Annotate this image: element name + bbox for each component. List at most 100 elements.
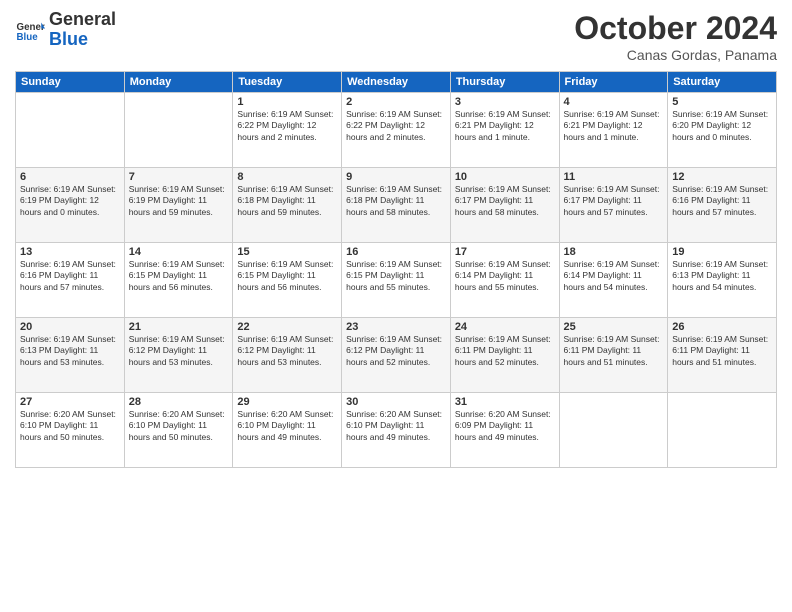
calendar-body: 1Sunrise: 6:19 AM Sunset: 6:22 PM Daylig… (16, 93, 777, 468)
cell-info: Sunrise: 6:19 AM Sunset: 6:12 PM Dayligh… (237, 334, 337, 368)
calendar-cell: 30Sunrise: 6:20 AM Sunset: 6:10 PM Dayli… (342, 393, 451, 468)
day-number: 6 (20, 171, 120, 183)
cell-info: Sunrise: 6:19 AM Sunset: 6:19 PM Dayligh… (20, 184, 120, 218)
weekday-thursday: Thursday (450, 72, 559, 93)
day-number: 4 (564, 96, 664, 108)
day-number: 30 (346, 396, 446, 408)
cell-info: Sunrise: 6:19 AM Sunset: 6:22 PM Dayligh… (346, 109, 446, 143)
day-number: 21 (129, 321, 229, 333)
day-number: 26 (672, 321, 772, 333)
cell-info: Sunrise: 6:19 AM Sunset: 6:11 PM Dayligh… (672, 334, 772, 368)
day-number: 5 (672, 96, 772, 108)
calendar-cell: 11Sunrise: 6:19 AM Sunset: 6:17 PM Dayli… (559, 168, 668, 243)
day-number: 10 (455, 171, 555, 183)
calendar-cell (124, 93, 233, 168)
weekday-wednesday: Wednesday (342, 72, 451, 93)
cell-info: Sunrise: 6:19 AM Sunset: 6:17 PM Dayligh… (564, 184, 664, 218)
cell-info: Sunrise: 6:19 AM Sunset: 6:18 PM Dayligh… (346, 184, 446, 218)
logo-icon: General Blue (15, 15, 45, 45)
day-number: 9 (346, 171, 446, 183)
cell-info: Sunrise: 6:19 AM Sunset: 6:15 PM Dayligh… (237, 259, 337, 293)
calendar-cell: 28Sunrise: 6:20 AM Sunset: 6:10 PM Dayli… (124, 393, 233, 468)
cell-info: Sunrise: 6:20 AM Sunset: 6:10 PM Dayligh… (237, 409, 337, 443)
calendar-cell: 14Sunrise: 6:19 AM Sunset: 6:15 PM Dayli… (124, 243, 233, 318)
week-row-2: 6Sunrise: 6:19 AM Sunset: 6:19 PM Daylig… (16, 168, 777, 243)
month-title: October 2024 (574, 10, 777, 47)
weekday-tuesday: Tuesday (233, 72, 342, 93)
logo-blue: Blue (49, 30, 116, 50)
day-number: 8 (237, 171, 337, 183)
week-row-5: 27Sunrise: 6:20 AM Sunset: 6:10 PM Dayli… (16, 393, 777, 468)
week-row-3: 13Sunrise: 6:19 AM Sunset: 6:16 PM Dayli… (16, 243, 777, 318)
calendar-cell: 27Sunrise: 6:20 AM Sunset: 6:10 PM Dayli… (16, 393, 125, 468)
day-number: 7 (129, 171, 229, 183)
day-number: 3 (455, 96, 555, 108)
calendar-cell: 31Sunrise: 6:20 AM Sunset: 6:09 PM Dayli… (450, 393, 559, 468)
cell-info: Sunrise: 6:19 AM Sunset: 6:12 PM Dayligh… (346, 334, 446, 368)
day-number: 12 (672, 171, 772, 183)
calendar-cell: 19Sunrise: 6:19 AM Sunset: 6:13 PM Dayli… (668, 243, 777, 318)
day-number: 20 (20, 321, 120, 333)
cell-info: Sunrise: 6:19 AM Sunset: 6:21 PM Dayligh… (455, 109, 555, 143)
cell-info: Sunrise: 6:19 AM Sunset: 6:17 PM Dayligh… (455, 184, 555, 218)
day-number: 27 (20, 396, 120, 408)
cell-info: Sunrise: 6:19 AM Sunset: 6:21 PM Dayligh… (564, 109, 664, 143)
calendar-cell: 13Sunrise: 6:19 AM Sunset: 6:16 PM Dayli… (16, 243, 125, 318)
calendar-cell: 1Sunrise: 6:19 AM Sunset: 6:22 PM Daylig… (233, 93, 342, 168)
calendar-cell: 22Sunrise: 6:19 AM Sunset: 6:12 PM Dayli… (233, 318, 342, 393)
calendar-cell: 5Sunrise: 6:19 AM Sunset: 6:20 PM Daylig… (668, 93, 777, 168)
logo-general: General (49, 10, 116, 30)
day-number: 29 (237, 396, 337, 408)
calendar-cell: 8Sunrise: 6:19 AM Sunset: 6:18 PM Daylig… (233, 168, 342, 243)
weekday-saturday: Saturday (668, 72, 777, 93)
calendar-cell: 23Sunrise: 6:19 AM Sunset: 6:12 PM Dayli… (342, 318, 451, 393)
cell-info: Sunrise: 6:19 AM Sunset: 6:20 PM Dayligh… (672, 109, 772, 143)
day-number: 23 (346, 321, 446, 333)
calendar-cell: 29Sunrise: 6:20 AM Sunset: 6:10 PM Dayli… (233, 393, 342, 468)
calendar-cell: 26Sunrise: 6:19 AM Sunset: 6:11 PM Dayli… (668, 318, 777, 393)
calendar-cell: 21Sunrise: 6:19 AM Sunset: 6:12 PM Dayli… (124, 318, 233, 393)
calendar-cell: 17Sunrise: 6:19 AM Sunset: 6:14 PM Dayli… (450, 243, 559, 318)
day-number: 15 (237, 246, 337, 258)
calendar-cell (559, 393, 668, 468)
calendar-cell: 18Sunrise: 6:19 AM Sunset: 6:14 PM Dayli… (559, 243, 668, 318)
day-number: 24 (455, 321, 555, 333)
cell-info: Sunrise: 6:19 AM Sunset: 6:13 PM Dayligh… (672, 259, 772, 293)
cell-info: Sunrise: 6:19 AM Sunset: 6:22 PM Dayligh… (237, 109, 337, 143)
calendar-cell (668, 393, 777, 468)
calendar-cell (16, 93, 125, 168)
weekday-monday: Monday (124, 72, 233, 93)
day-number: 16 (346, 246, 446, 258)
cell-info: Sunrise: 6:19 AM Sunset: 6:13 PM Dayligh… (20, 334, 120, 368)
calendar-cell: 6Sunrise: 6:19 AM Sunset: 6:19 PM Daylig… (16, 168, 125, 243)
cell-info: Sunrise: 6:19 AM Sunset: 6:16 PM Dayligh… (20, 259, 120, 293)
cell-info: Sunrise: 6:20 AM Sunset: 6:10 PM Dayligh… (346, 409, 446, 443)
day-number: 22 (237, 321, 337, 333)
calendar-cell: 15Sunrise: 6:19 AM Sunset: 6:15 PM Dayli… (233, 243, 342, 318)
cell-info: Sunrise: 6:19 AM Sunset: 6:15 PM Dayligh… (129, 259, 229, 293)
day-number: 13 (20, 246, 120, 258)
calendar-cell: 25Sunrise: 6:19 AM Sunset: 6:11 PM Dayli… (559, 318, 668, 393)
title-block: October 2024 Canas Gordas, Panama (574, 10, 777, 63)
week-row-4: 20Sunrise: 6:19 AM Sunset: 6:13 PM Dayli… (16, 318, 777, 393)
cell-info: Sunrise: 6:19 AM Sunset: 6:12 PM Dayligh… (129, 334, 229, 368)
calendar-cell: 24Sunrise: 6:19 AM Sunset: 6:11 PM Dayli… (450, 318, 559, 393)
cell-info: Sunrise: 6:20 AM Sunset: 6:10 PM Dayligh… (20, 409, 120, 443)
day-number: 2 (346, 96, 446, 108)
day-number: 25 (564, 321, 664, 333)
day-number: 31 (455, 396, 555, 408)
location: Canas Gordas, Panama (574, 47, 777, 63)
calendar-cell: 10Sunrise: 6:19 AM Sunset: 6:17 PM Dayli… (450, 168, 559, 243)
logo-text: General Blue (49, 10, 116, 50)
calendar-cell: 3Sunrise: 6:19 AM Sunset: 6:21 PM Daylig… (450, 93, 559, 168)
cell-info: Sunrise: 6:19 AM Sunset: 6:14 PM Dayligh… (564, 259, 664, 293)
day-number: 11 (564, 171, 664, 183)
cell-info: Sunrise: 6:19 AM Sunset: 6:14 PM Dayligh… (455, 259, 555, 293)
weekday-header: SundayMondayTuesdayWednesdayThursdayFrid… (16, 72, 777, 93)
cell-info: Sunrise: 6:19 AM Sunset: 6:18 PM Dayligh… (237, 184, 337, 218)
cell-info: Sunrise: 6:19 AM Sunset: 6:19 PM Dayligh… (129, 184, 229, 218)
cell-info: Sunrise: 6:19 AM Sunset: 6:11 PM Dayligh… (455, 334, 555, 368)
cell-info: Sunrise: 6:20 AM Sunset: 6:09 PM Dayligh… (455, 409, 555, 443)
weekday-friday: Friday (559, 72, 668, 93)
day-number: 28 (129, 396, 229, 408)
